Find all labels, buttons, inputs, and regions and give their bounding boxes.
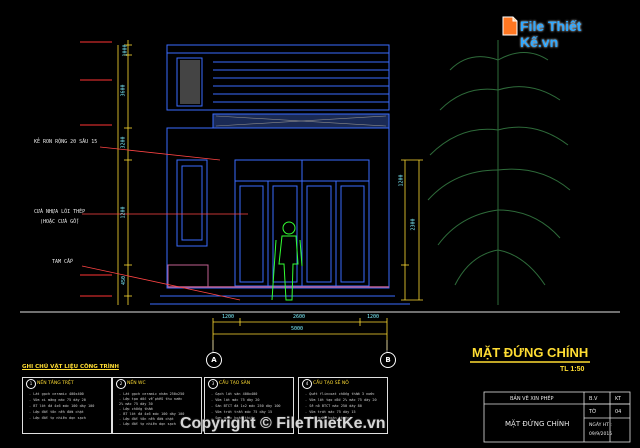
note-line: - Sàn BTCT đá 1x2 mác 250 dày 100 bbox=[211, 404, 281, 408]
copyright-watermark: Copyright © FileThietKe.vn bbox=[180, 415, 386, 432]
drawing-scale: TL 1:50 bbox=[560, 366, 585, 373]
note-line: - Vữa trát trần mác 75 dày 15 bbox=[211, 410, 273, 414]
note-head: CẤU TẠO SÊ NÔ bbox=[313, 381, 349, 386]
annotation-cua-nhua-sub: (HOẶC CỬA GỖ) bbox=[40, 219, 80, 225]
note-head: CẤU TẠO SÀN bbox=[219, 381, 251, 386]
note-head: NỀN TẦNG TRỆT bbox=[37, 381, 74, 386]
note-badge: 3 bbox=[208, 379, 218, 389]
leader-lines bbox=[81, 146, 248, 301]
note-line: - Vữa lót tạo dốc 2% mác 75 dày 20 bbox=[305, 398, 377, 402]
note-line: - Lớp đất tự nhiên dọn sạch bbox=[29, 416, 86, 420]
note-line: 2% mác 75 dày 30 bbox=[119, 402, 153, 406]
note-line: - Lớp chống thấm bbox=[119, 407, 153, 411]
dim-left-4: 450 bbox=[121, 275, 128, 286]
title-block-to-label: TỜ bbox=[589, 409, 597, 415]
notes-title: GHI CHÚ VẬT LIỆU CÔNG TRÌNH bbox=[22, 364, 119, 370]
note-badge: 2 bbox=[116, 379, 126, 389]
dim-bottom-2: 1200 bbox=[367, 314, 380, 320]
title-block-date: 09/9/2015 bbox=[589, 432, 613, 437]
dim-left-3: 1200 bbox=[120, 206, 127, 219]
decorative-screen bbox=[180, 60, 200, 104]
planter bbox=[167, 264, 209, 288]
note-line: - Quét flincoat chống thấm 3 nước bbox=[305, 392, 375, 396]
grid-bubble-a: A bbox=[206, 352, 222, 368]
dim-right-0: 2300 bbox=[410, 218, 417, 231]
note-badge: 4 bbox=[302, 379, 312, 389]
logo-text: File Thiết Kế.vn bbox=[520, 18, 582, 50]
dim-left-0: 1000 bbox=[122, 44, 129, 57]
title-block-drawing-type: BẢN VẼ XIN PHÉP bbox=[510, 396, 554, 402]
annotation-tam-cap: TAM CẤP bbox=[52, 259, 74, 265]
note-line: - BT lót đá 4x6 mác 100 dày 100 bbox=[29, 404, 95, 408]
note-line: - Vữa xi măng mác 75 dày 20 bbox=[29, 398, 86, 402]
note-line: - Lát gạch ceramic nhám 250x250 bbox=[119, 392, 185, 396]
note-line: - Lớp đất tôn nền đầm chặt bbox=[119, 417, 174, 421]
title-block-bv-label: B.V bbox=[589, 396, 598, 402]
dim-bottom-0: 1200 bbox=[222, 314, 235, 320]
title-block-kt-label: KT bbox=[615, 396, 621, 402]
note-line: - Sê nô BTCT mác 250 dày 80 bbox=[305, 404, 362, 408]
drawing-title: MẶT ĐỨNG CHÍNH bbox=[472, 345, 589, 360]
dim-bottom-total: 5000 bbox=[291, 326, 304, 332]
note-line: - Vữa lát mác 75 dày 20 bbox=[211, 398, 260, 402]
site-logo[interactable]: File Thiết Kế.vn bbox=[500, 13, 612, 50]
note-line: - Lớp đất tôn nền đầm chặt bbox=[29, 410, 84, 414]
note-line: - Lớp tạo dốc về phễu thu nước bbox=[119, 397, 183, 401]
title-block-sheet-name: MẶT ĐỨNG CHÍNH bbox=[505, 420, 570, 428]
grid-bubble-b: B bbox=[380, 352, 396, 368]
note-head: NỀN WC bbox=[127, 381, 146, 386]
dim-right-1: 1200 bbox=[398, 174, 405, 187]
title-block-date-label: NGÀY HT : bbox=[589, 423, 612, 428]
logo-icon bbox=[502, 16, 518, 36]
dim-left-1: 3600 bbox=[120, 84, 127, 97]
bottom-dimension-chain bbox=[212, 318, 388, 350]
annotation-ke-ron: KẺ RON RỘNG 20 SÂU 15 bbox=[34, 139, 98, 145]
level-markers bbox=[80, 41, 112, 297]
dim-left-2: 3200 bbox=[120, 136, 127, 149]
annotation-cua-nhua: CỬA NHỰA LÕI THÉP bbox=[34, 209, 86, 215]
note-line: - BT lót đá 4x6 mác 100 dày 100 bbox=[119, 412, 185, 416]
left-dimension-chain bbox=[124, 40, 132, 305]
note-line: - Lát gạch ceramic 400x400 bbox=[29, 392, 84, 396]
title-block-sheet-no: 04 bbox=[615, 409, 622, 415]
note-box-1: 1 NỀN TẦNG TRỆT - Lát gạch ceramic 400x4… bbox=[22, 377, 112, 434]
note-line: - Vữa trát mác 75 dày 15 bbox=[305, 410, 356, 414]
dim-bottom-1: 2600 bbox=[293, 314, 306, 320]
note-line: - Gạch lát sàn 400x400 bbox=[211, 392, 258, 396]
note-badge: 1 bbox=[26, 379, 36, 389]
tree-drawing bbox=[427, 40, 571, 305]
note-line: - Lớp đất tự nhiên dọn sạch bbox=[119, 422, 176, 426]
